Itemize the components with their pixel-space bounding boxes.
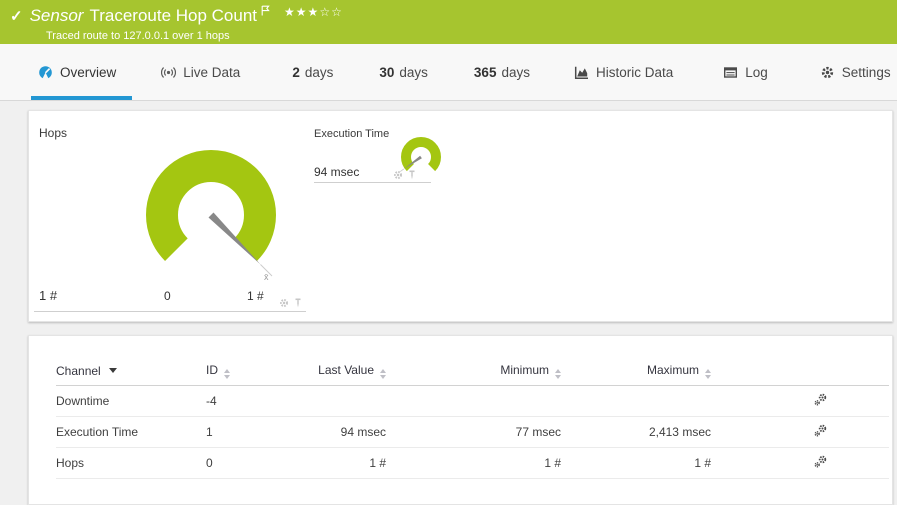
sort-icon <box>224 369 230 379</box>
channel-table: Channel ID Last Value Minimum Maximum Do… <box>56 356 889 479</box>
channel-id: 0 <box>206 447 306 479</box>
gauge-scale-max: 1 # <box>247 289 264 303</box>
sort-icon <box>380 369 386 379</box>
gear-icon <box>820 65 835 80</box>
execution-time-gauge-tile[interactable]: Execution Time 94 msec <box>314 118 441 183</box>
tab-label: Overview <box>60 64 117 80</box>
column-header-minimum[interactable]: Minimum <box>386 356 561 386</box>
sensor-title-row: ✓ Sensor Traceroute Hop Count ★★★☆☆ <box>10 4 897 28</box>
channel-minimum <box>386 385 561 417</box>
flag-icon[interactable] <box>261 5 270 16</box>
broadcast-icon <box>161 65 177 80</box>
table-row-downtime[interactable]: Downtime -4 <box>56 385 889 417</box>
tab-settings[interactable]: Settings <box>820 44 891 100</box>
tab-label: days <box>304 64 334 80</box>
channel-settings-icon[interactable] <box>814 455 827 468</box>
stars-filled: ★★★ <box>284 5 320 19</box>
gauge-current-value: 94 msec <box>314 165 360 179</box>
hops-gauge: x̄ <box>146 150 276 282</box>
pin-icon[interactable] <box>407 170 417 180</box>
channel-last-value: 1 # <box>306 447 386 479</box>
tab-number: 30 <box>379 64 395 80</box>
channel-maximum <box>561 385 711 417</box>
gauge-current-value: 1 # <box>39 288 58 303</box>
stars-empty: ☆☆ <box>319 5 343 19</box>
sensor-header: ✓ Sensor Traceroute Hop Count ★★★☆☆ Trac… <box>0 0 897 44</box>
sort-desc-icon <box>108 368 117 373</box>
channel-name: Downtime <box>56 385 206 417</box>
gauge-settings-icon[interactable] <box>393 170 403 180</box>
tab-label: Historic Data <box>595 64 674 80</box>
tab-historic-data[interactable]: Historic Data <box>574 44 673 100</box>
column-header-id[interactable]: ID <box>206 356 306 386</box>
channel-last-value: 94 msec <box>306 416 386 448</box>
svg-text:x̄: x̄ <box>264 272 269 282</box>
tab-label: days <box>399 64 428 80</box>
area-chart-icon <box>574 65 589 80</box>
tab-number: 2 <box>292 64 300 80</box>
status-ok-icon: ✓ <box>10 8 23 25</box>
gauge-icon <box>38 65 53 80</box>
tab-bar: Overview Live Data 2 days 30 days 365 da… <box>0 44 897 101</box>
channel-table-panel: Channel ID Last Value Minimum Maximum Do… <box>28 335 893 505</box>
column-header-maximum[interactable]: Maximum <box>561 356 711 386</box>
gauge-scale-min: 0 <box>164 289 171 303</box>
pin-icon[interactable] <box>293 298 303 308</box>
channel-settings-icon[interactable] <box>814 424 827 437</box>
channel-id: 1 <box>206 416 306 448</box>
tab-2-days[interactable]: 2 days <box>292 44 333 100</box>
tab-30-days[interactable]: 30 days <box>379 44 428 100</box>
page-title: Traceroute Hop Count <box>89 6 258 25</box>
channel-name: Execution Time <box>56 416 206 448</box>
tab-365-days[interactable]: 365 days <box>474 44 530 100</box>
channel-last-value <box>306 385 386 417</box>
channel-minimum: 77 msec <box>386 416 561 448</box>
sensor-status-message: Traced route to 127.0.0.1 over 1 hops <box>46 30 230 42</box>
gauge-title: Hops <box>39 126 68 140</box>
table-row-hops[interactable]: Hops 0 1 # 1 # 1 # <box>56 447 889 479</box>
tab-label: Settings <box>841 64 891 80</box>
tab-live-data[interactable]: Live Data <box>161 44 240 100</box>
overview-gauges-panel: Hops x̄ 1 # 0 1 # Execution Time 94 msec <box>28 110 893 322</box>
column-header-last-value[interactable]: Last Value <box>306 356 386 386</box>
channel-settings-icon[interactable] <box>814 393 827 406</box>
sort-icon <box>705 369 711 379</box>
tab-number: 365 <box>473 64 497 80</box>
sensor-kicker: Sensor <box>29 6 84 25</box>
tab-overview[interactable]: Overview <box>30 44 133 100</box>
gauge-settings-icon[interactable] <box>279 298 289 308</box>
tab-log[interactable]: Log <box>723 44 768 100</box>
table-header-row: Channel ID Last Value Minimum Maximum <box>56 356 889 386</box>
table-row-execution-time[interactable]: Execution Time 1 94 msec 77 msec 2,413 m… <box>56 416 889 448</box>
log-list-icon <box>723 65 738 80</box>
tab-label: Log <box>745 64 768 80</box>
channel-minimum: 1 # <box>386 447 561 479</box>
hops-gauge-tile[interactable]: Hops x̄ 1 # 0 1 # <box>34 116 306 312</box>
sort-icon <box>555 369 561 379</box>
channel-maximum: 2,413 msec <box>561 416 711 448</box>
tab-label: Live Data <box>183 64 241 80</box>
channel-id: -4 <box>206 385 306 417</box>
channel-maximum: 1 # <box>561 447 711 479</box>
column-header-channel[interactable]: Channel <box>56 356 206 386</box>
channel-name: Hops <box>56 447 206 479</box>
tab-label: days <box>501 64 530 80</box>
gauge-title: Execution Time <box>314 128 390 140</box>
priority-stars[interactable]: ★★★☆☆ <box>284 5 343 19</box>
